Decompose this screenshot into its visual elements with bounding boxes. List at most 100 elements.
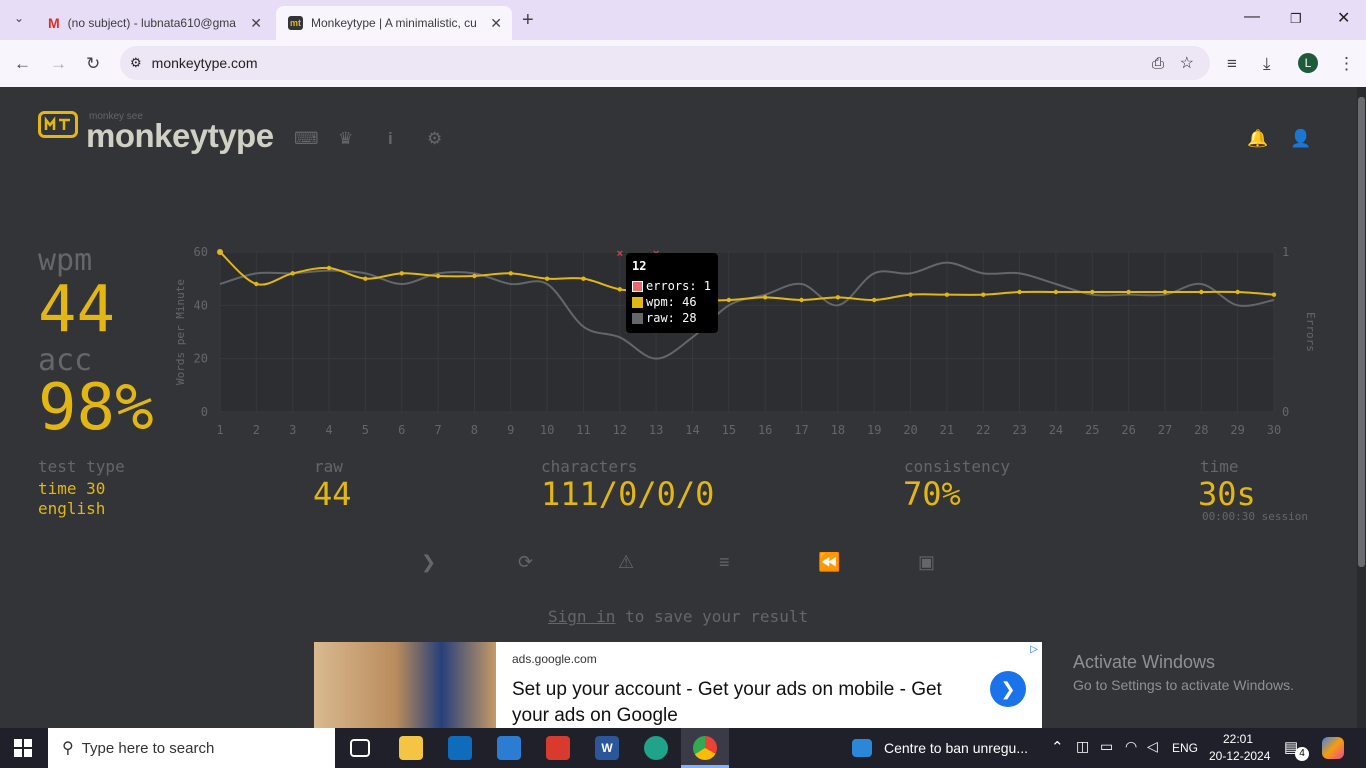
scrollbar[interactable] bbox=[1357, 87, 1366, 728]
raw-swatch bbox=[632, 312, 643, 324]
tooltip-errors: errors: 1 bbox=[646, 279, 712, 293]
volume-icon[interactable]: ◁ bbox=[1147, 738, 1158, 755]
back-icon[interactable]: ← bbox=[14, 54, 31, 74]
task-view-icon[interactable] bbox=[350, 739, 370, 757]
edge-icon[interactable] bbox=[644, 736, 668, 760]
gear-icon[interactable]: ⚙ bbox=[427, 129, 442, 149]
restart-icon[interactable]: ⟳ bbox=[518, 552, 533, 573]
ad-headline[interactable]: Set up your account - Get your ads on mo… bbox=[512, 677, 972, 728]
copilot-icon[interactable] bbox=[1322, 737, 1344, 759]
restore-button[interactable]: ❐ bbox=[1290, 11, 1302, 27]
close-icon[interactable]: ✕ bbox=[250, 15, 262, 32]
ad-arrow-button[interactable]: ❯ bbox=[990, 671, 1026, 707]
scrollbar-thumb[interactable] bbox=[1358, 97, 1365, 567]
install-icon[interactable]: ⎙ bbox=[1152, 55, 1164, 72]
next-test-icon[interactable]: ❯ bbox=[421, 552, 436, 573]
profile-avatar[interactable]: L bbox=[1298, 53, 1318, 73]
x-tick-label: 18 bbox=[831, 423, 845, 437]
tab-gmail[interactable]: M (no subject) - lubnata610@gma ✕ bbox=[36, 6, 272, 40]
x-tick-label: 21 bbox=[940, 423, 954, 437]
wpm-point bbox=[1199, 289, 1204, 295]
y2-axis-label: Errors bbox=[1304, 312, 1317, 352]
ad-banner[interactable]: ads.google.com Set up your account - Get… bbox=[314, 642, 1042, 728]
word-icon[interactable]: W bbox=[595, 736, 619, 760]
windows-start-icon[interactable] bbox=[14, 739, 32, 757]
notification-badge: 4 bbox=[1295, 747, 1309, 761]
x-tick-label: 24 bbox=[1049, 423, 1063, 437]
bookmark-star-icon[interactable]: ☆ bbox=[1180, 53, 1194, 73]
info-icon[interactable]: i bbox=[388, 129, 393, 149]
x-tick-label: 7 bbox=[434, 423, 441, 437]
taskbar: ⚲ Type here to search W Centre to ban un… bbox=[0, 728, 1366, 768]
logo-text[interactable]: monkeytype bbox=[86, 117, 274, 155]
user-icon[interactable]: 👤 bbox=[1290, 129, 1311, 149]
url-field[interactable]: ⚙ monkeytype.com ⎙ ☆ bbox=[120, 46, 1210, 80]
wpm-point bbox=[472, 273, 477, 279]
wpm-point bbox=[1090, 289, 1095, 295]
forward-icon[interactable]: → bbox=[50, 54, 67, 74]
test-type-time: time 30 bbox=[38, 479, 106, 498]
keyboard-icon[interactable]: ⌨ bbox=[294, 129, 319, 149]
file-explorer-icon[interactable] bbox=[399, 736, 423, 760]
menu-icon[interactable]: ⋮ bbox=[1338, 54, 1355, 74]
clock-date[interactable]: 20-12-2024 bbox=[1209, 749, 1270, 763]
x-tick-label: 19 bbox=[867, 423, 881, 437]
x-tick-label: 6 bbox=[398, 423, 405, 437]
monkeytype-app: monkey see monkeytype ⌨ ♛ i ⚙ 🔔 👤 wpm 44… bbox=[0, 87, 1357, 728]
news-text[interactable]: Centre to ban unregu... bbox=[884, 740, 1028, 756]
wpm-point bbox=[217, 249, 223, 255]
reload-icon[interactable]: ↻ bbox=[86, 54, 100, 74]
x-tick-label: 8 bbox=[471, 423, 478, 437]
close-window-button[interactable]: ✕ bbox=[1337, 8, 1350, 28]
wpm-point bbox=[435, 273, 441, 279]
chrome-active[interactable] bbox=[681, 728, 729, 768]
activate-windows-sub: Go to Settings to activate Windows. bbox=[1073, 677, 1294, 693]
wpm-point bbox=[1053, 289, 1059, 295]
display-icon[interactable]: ▭ bbox=[1100, 738, 1113, 755]
store-icon[interactable] bbox=[448, 736, 472, 760]
characters-value: 111/0/0/0 bbox=[541, 475, 715, 513]
tab-search-icon[interactable]: ⌄ bbox=[14, 11, 24, 25]
mail-icon[interactable] bbox=[497, 736, 521, 760]
gmail-icon: M bbox=[48, 15, 60, 31]
media-icon[interactable]: ≡ bbox=[1227, 54, 1237, 74]
new-tab-button[interactable]: + bbox=[522, 9, 534, 32]
taskbar-search[interactable]: ⚲ Type here to search bbox=[48, 728, 335, 768]
pdf-icon[interactable] bbox=[546, 736, 570, 760]
wifi-icon[interactable]: ◠ bbox=[1125, 738, 1137, 755]
words-history-icon[interactable]: ≡ bbox=[719, 552, 730, 573]
raw-label: raw bbox=[314, 457, 343, 476]
site-info-icon[interactable]: ⚙ bbox=[130, 55, 142, 71]
news-icon[interactable] bbox=[852, 739, 872, 757]
wpm-point bbox=[617, 287, 622, 292]
ad-domain: ads.google.com bbox=[512, 652, 597, 666]
warning-icon[interactable]: ⚠ bbox=[618, 552, 634, 573]
clock-time[interactable]: 22:01 bbox=[1223, 732, 1253, 746]
meet-icon[interactable]: ◫ bbox=[1076, 738, 1089, 755]
chrome-icon bbox=[693, 736, 717, 760]
close-icon[interactable]: ✕ bbox=[490, 15, 502, 32]
sign-in-link[interactable]: Sign in bbox=[548, 607, 615, 626]
wpm-point bbox=[1162, 289, 1168, 295]
x-tick-label: 26 bbox=[1121, 423, 1135, 437]
ad-image[interactable] bbox=[314, 642, 496, 728]
tray-chevron-icon[interactable]: ⌃ bbox=[1051, 738, 1064, 756]
wpm-point bbox=[762, 295, 768, 300]
plot-area bbox=[220, 252, 1274, 412]
raw-value: 44 bbox=[313, 475, 352, 513]
minimize-button[interactable]: — bbox=[1244, 8, 1260, 26]
wpm-point bbox=[544, 276, 550, 281]
language-indicator[interactable]: ENG bbox=[1172, 741, 1198, 755]
tab-monkeytype[interactable]: mt Monkeytype | A minimalistic, cu ✕ bbox=[276, 6, 512, 40]
replay-icon[interactable]: ⏪ bbox=[818, 552, 840, 573]
x-tick-label: 27 bbox=[1158, 423, 1172, 437]
crown-icon[interactable]: ♛ bbox=[338, 129, 353, 149]
monkeytype-logo-icon[interactable] bbox=[38, 111, 78, 139]
result-chart[interactable]: 1 2 3 4 5 6 7 8 9 10 11 12 13 14 15 16 17 18 19 20 21 22 23 24 2… bbox=[165, 237, 1325, 447]
wpm-point bbox=[1126, 289, 1131, 295]
screenshot-icon[interactable]: ▣ bbox=[918, 552, 935, 573]
adchoices-icon[interactable]: ▷ bbox=[1030, 644, 1038, 655]
download-icon[interactable]: ⤓ bbox=[1263, 54, 1271, 74]
wpm-point bbox=[290, 271, 295, 276]
bell-icon[interactable]: 🔔 bbox=[1247, 129, 1268, 149]
